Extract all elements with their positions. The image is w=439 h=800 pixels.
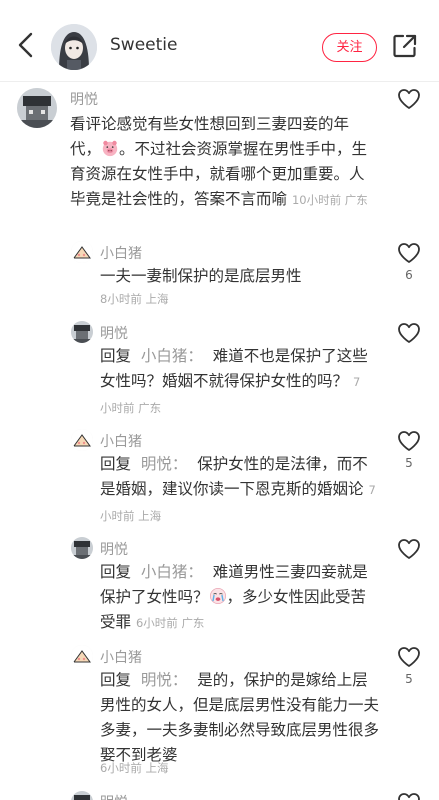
replier-name[interactable]: 小白猪 — [100, 647, 142, 667]
like-count: 5 — [405, 456, 413, 470]
like-count: 6 — [405, 268, 413, 282]
heart-icon[interactable] — [397, 430, 421, 452]
like-count: 5 — [405, 672, 413, 686]
replier-avatar[interactable] — [71, 429, 93, 451]
share-icon[interactable] — [392, 33, 418, 59]
replier-name[interactable]: 明悦 — [100, 539, 128, 559]
top-bar: Sweetie 关注 — [0, 0, 439, 82]
replier-avatar[interactable] — [71, 241, 93, 263]
comment-text: 看评论感觉有些女性想回到三妻四妾的年代， 。不过社会资源掌握在男性手中，生育资源在… — [70, 115, 368, 208]
heart-icon[interactable] — [397, 792, 421, 800]
heart-icon[interactable] — [397, 538, 421, 560]
replier-avatar[interactable] — [71, 791, 93, 800]
reply-text: 回复 明悦： 保护女性的是法律，而不是婚姻，建议你读一下恩克斯的婚姻论 7小时前… — [100, 455, 376, 523]
replier-avatar[interactable] — [71, 537, 93, 559]
author-name[interactable]: Sweetie — [110, 35, 177, 55]
follow-button[interactable]: 关注 — [322, 33, 377, 62]
pig-face-emoji — [102, 140, 118, 157]
back-arrow-icon[interactable] — [14, 30, 38, 60]
replier-avatar[interactable] — [71, 321, 93, 343]
commenter-name[interactable]: 明悦 — [70, 89, 98, 109]
reply-text: 回复 小白猪： 难道男性三妻四妾就是保护了女性吗？ ，多少女性因此受苦受罪 6小时… — [100, 563, 368, 631]
reply-meta: 6小时前 广东 — [135, 616, 205, 630]
heart-icon[interactable] — [397, 322, 421, 344]
commenter-avatar[interactable] — [17, 88, 57, 128]
replier-name[interactable]: 明悦 — [100, 323, 128, 343]
comment-meta: 10小时前 广东 — [291, 193, 368, 207]
author-avatar[interactable] — [51, 24, 97, 70]
replier-name[interactable]: 小白猪 — [100, 431, 142, 451]
reply-meta: 8小时前 上海 — [100, 292, 169, 306]
replier-name[interactable]: 小白猪 — [100, 243, 142, 263]
crying-face-emoji — [209, 587, 226, 605]
replier-avatar[interactable] — [71, 645, 93, 667]
heart-icon[interactable] — [397, 646, 421, 668]
reply-text: 回复 明悦： 是的，保护的是嫁给上层男性的女人，但是底层男性没有能力一夫多妻，一… — [100, 671, 380, 764]
heart-icon[interactable] — [397, 242, 421, 264]
reply-text: 回复 小白猪： 难道不也是保护了这些女性吗？婚姻不就得保护女性的吗？ 7小时前 … — [100, 347, 368, 415]
heart-icon[interactable] — [397, 88, 421, 110]
reply-text: 一夫一妻制保护的是底层男性 — [100, 267, 302, 285]
reply-meta: 6小时前 上海 — [100, 761, 169, 775]
replier-name[interactable]: 明悦 — [100, 792, 128, 800]
